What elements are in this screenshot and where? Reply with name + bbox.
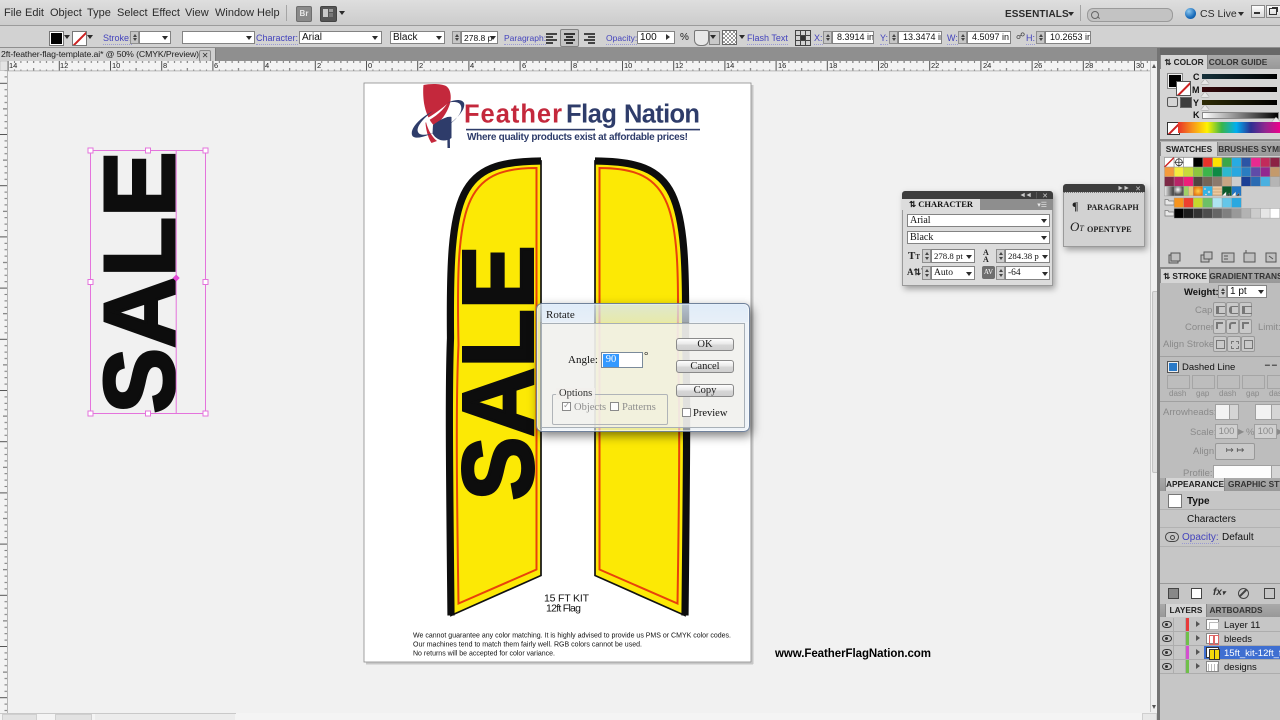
svg-text:30: 30 — [1136, 61, 1144, 70]
svg-text:Our machines tend to match the: Our machines tend to match them fairly w… — [413, 642, 642, 649]
svg-text:16: 16 — [778, 61, 786, 70]
svg-text:8: 8 — [163, 61, 167, 70]
svg-text:No returns will be accepted fo: No returns will be accepted for color va… — [413, 651, 555, 658]
svg-text:12: 12 — [675, 61, 683, 70]
svg-text:4: 4 — [265, 61, 269, 70]
svg-text:14: 14 — [9, 61, 17, 70]
svg-text:6: 6 — [522, 61, 526, 70]
svg-text:Feather: Feather — [464, 101, 562, 129]
svg-text:12: 12 — [60, 61, 68, 70]
svg-text:18: 18 — [829, 61, 837, 70]
svg-text:14: 14 — [726, 61, 734, 70]
svg-text:0: 0 — [368, 61, 372, 70]
svg-text:28: 28 — [1085, 61, 1093, 70]
svg-text:2: 2 — [317, 61, 321, 70]
svg-text:We cannot guarantee any color: We cannot guarantee any color matching. … — [413, 633, 731, 640]
svg-text:20: 20 — [880, 61, 888, 70]
svg-text:2: 2 — [419, 61, 423, 70]
svg-text:26: 26 — [1034, 61, 1042, 70]
svg-text:Where quality products exist a: Where quality products exist at affordab… — [467, 132, 688, 143]
svg-text:6: 6 — [214, 61, 218, 70]
svg-text:10: 10 — [624, 61, 632, 70]
svg-text:Nation: Nation — [624, 101, 700, 129]
svg-text:Flag: Flag — [566, 101, 617, 129]
svg-text:22: 22 — [931, 61, 939, 70]
svg-text:SALE: SALE — [84, 152, 196, 414]
svg-text:www.FeatherFlagNation.com: www.FeatherFlagNation.com — [774, 648, 931, 660]
svg-text:24: 24 — [983, 61, 991, 70]
svg-text:8: 8 — [573, 61, 577, 70]
svg-text:12ft Flag: 12ft Flag — [546, 603, 581, 615]
svg-text:10: 10 — [112, 61, 120, 70]
svg-text:4: 4 — [470, 61, 474, 70]
